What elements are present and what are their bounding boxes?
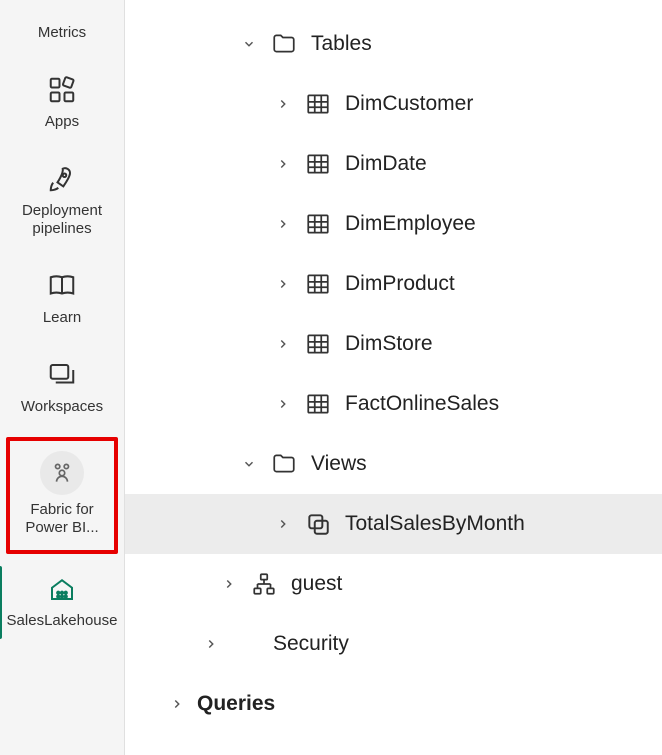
workspaces-icon: [45, 358, 79, 392]
node-label: Security: [273, 632, 349, 656]
node-label: guest: [291, 572, 342, 596]
tree-node-table[interactable]: FactOnlineSales: [125, 374, 662, 434]
explorer-tree: Tables DimCustomer DimDate DimEmployee D…: [125, 0, 662, 755]
sidebar-item-label: Learn: [43, 309, 81, 328]
sidebar-item-apps[interactable]: Apps: [6, 63, 118, 144]
sidebar-item-label: Fabric for Power BI...: [14, 501, 110, 539]
node-label: DimProduct: [345, 272, 455, 296]
table-icon: [303, 389, 333, 419]
chevron-right-icon: [271, 157, 295, 171]
sidebar: Metrics Apps Deployment pipelines: [0, 0, 125, 755]
tree-node-view[interactable]: TotalSalesByMonth: [125, 494, 662, 554]
table-icon: [303, 269, 333, 299]
sidebar-item-learn[interactable]: Learn: [6, 259, 118, 340]
sidebar-item-label: Apps: [45, 113, 79, 132]
chevron-right-icon: [271, 397, 295, 411]
tree-node-table[interactable]: DimCustomer: [125, 74, 662, 134]
chevron-right-icon: [165, 697, 189, 711]
chevron-right-icon: [271, 517, 295, 531]
node-label: Queries: [197, 692, 275, 716]
chevron-down-icon: [237, 457, 261, 471]
table-icon: [303, 89, 333, 119]
node-label: DimEmployee: [345, 212, 476, 236]
book-icon: [45, 269, 79, 303]
chevron-right-icon: [271, 97, 295, 111]
sidebar-item-label: Workspaces: [21, 398, 103, 417]
schema-icon: [249, 569, 279, 599]
node-label: DimStore: [345, 332, 433, 356]
chevron-right-icon: [199, 637, 223, 651]
tree-node-queries[interactable]: Queries: [125, 674, 662, 734]
chevron-right-icon: [217, 577, 241, 591]
node-label: Views: [311, 452, 367, 476]
chevron-down-icon: [237, 37, 261, 51]
sidebar-item-label: Metrics: [38, 24, 86, 43]
rocket-icon: [45, 162, 79, 196]
view-icon: [303, 509, 333, 539]
lakehouse-icon: [45, 572, 79, 606]
folder-icon: [269, 449, 299, 479]
tree-node-table[interactable]: DimProduct: [125, 254, 662, 314]
people-icon: [45, 456, 79, 490]
chevron-right-icon: [271, 217, 295, 231]
tree-node-guest[interactable]: guest: [125, 554, 662, 614]
sidebar-item-label: Deployment pipelines: [10, 202, 114, 240]
tree-node-views[interactable]: Views: [125, 434, 662, 494]
sidebar-item-label: SalesLakehouse: [7, 612, 118, 631]
sidebar-item-saleslakehouse[interactable]: SalesLakehouse: [6, 562, 118, 643]
sidebar-item-workspaces[interactable]: Workspaces: [6, 348, 118, 429]
node-label: DimCustomer: [345, 92, 473, 116]
tree-node-security[interactable]: Security: [125, 614, 662, 674]
chevron-right-icon: [271, 337, 295, 351]
tree-node-table[interactable]: DimEmployee: [125, 194, 662, 254]
node-label: DimDate: [345, 152, 427, 176]
folder-icon: [269, 29, 299, 59]
spacer: [231, 629, 261, 659]
node-label: FactOnlineSales: [345, 392, 499, 416]
tree-node-table[interactable]: DimDate: [125, 134, 662, 194]
tree-node-table[interactable]: DimStore: [125, 314, 662, 374]
node-label: TotalSalesByMonth: [345, 512, 525, 536]
tree-node-tables[interactable]: Tables: [125, 14, 662, 74]
apps-icon: [45, 73, 79, 107]
node-label: Tables: [311, 32, 372, 56]
chevron-right-icon: [271, 277, 295, 291]
sidebar-item-fabric[interactable]: Fabric for Power BI...: [6, 437, 118, 555]
table-icon: [303, 209, 333, 239]
table-icon: [303, 149, 333, 179]
table-icon: [303, 329, 333, 359]
sidebar-item-metrics[interactable]: Metrics: [6, 8, 118, 55]
sidebar-item-deployment-pipelines[interactable]: Deployment pipelines: [6, 152, 118, 252]
